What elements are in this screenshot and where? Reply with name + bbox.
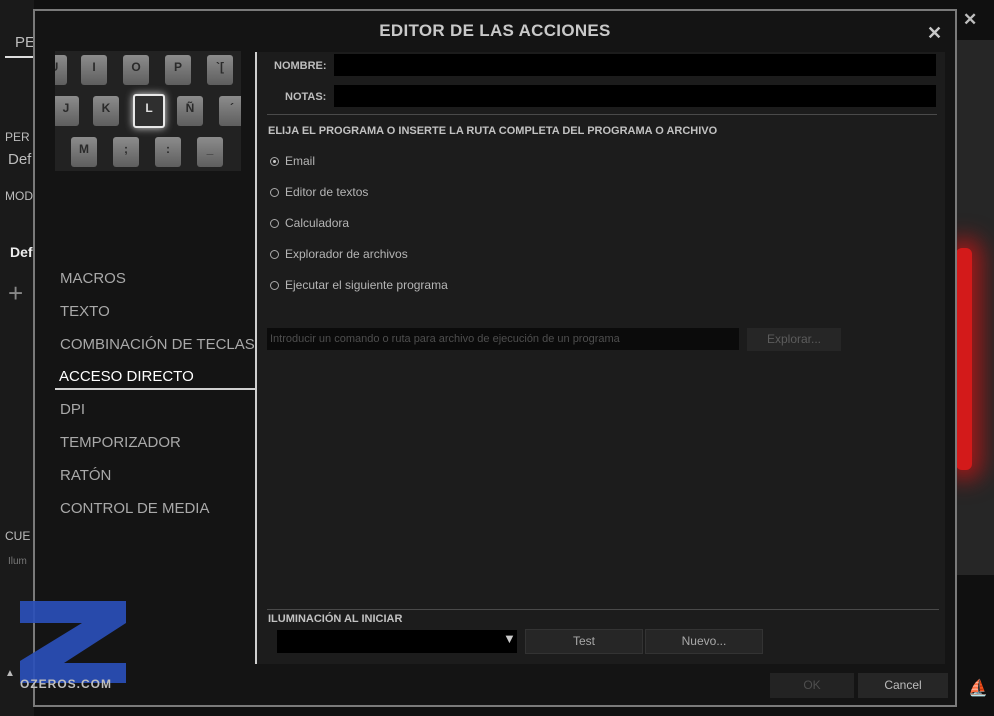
- key[interactable]: J: [55, 96, 79, 126]
- action-content-panel: NOMBRE: NOTAS: ELIJA EL PROGRAMA O INSER…: [255, 52, 945, 664]
- menu-item-control-media[interactable]: CONTROL DE MEDIA: [60, 500, 209, 517]
- key[interactable]: U: [55, 55, 67, 85]
- radio-label: Editor de textos: [285, 185, 369, 199]
- menu-item-texto[interactable]: TEXTO: [60, 303, 110, 320]
- background-ilum-label: Ilum: [8, 556, 27, 567]
- program-section-title: ELIJA EL PROGRAMA O INSERTE LA RUTA COMP…: [268, 125, 718, 137]
- cancel-button[interactable]: Cancel: [858, 673, 948, 698]
- radio-email[interactable]: Email: [270, 154, 315, 168]
- key[interactable]: `[: [207, 55, 233, 85]
- menu-item-acceso-directo[interactable]: ACCESO DIRECTO: [59, 368, 194, 385]
- background-mod-label: MOD: [5, 189, 33, 203]
- red-lighting-glow: [956, 248, 972, 470]
- test-button[interactable]: Test: [525, 629, 643, 654]
- key[interactable]: Ñ: [177, 96, 203, 126]
- menu-item-macros[interactable]: MACROS: [60, 270, 126, 287]
- key[interactable]: K: [93, 96, 119, 126]
- background-profile-value[interactable]: Def: [8, 151, 31, 168]
- name-input[interactable]: [334, 54, 936, 76]
- explore-button[interactable]: Explorar...: [747, 328, 841, 351]
- key[interactable]: :: [155, 137, 181, 167]
- divider: [267, 609, 939, 610]
- divider: [267, 114, 937, 115]
- action-editor-dialog: EDITOR DE LAS ACCIONES ✕ U I O P `[ J K …: [33, 9, 957, 707]
- radio-editor-textos[interactable]: Editor de textos: [270, 185, 368, 199]
- radio-explorador[interactable]: Explorador de archivos: [270, 247, 408, 261]
- name-label: NOMBRE:: [274, 60, 327, 72]
- dropdown-arrow-icon[interactable]: ▼: [503, 631, 516, 646]
- key[interactable]: ;: [113, 137, 139, 167]
- menu-item-temporizador[interactable]: TEMPORIZADOR: [60, 434, 181, 451]
- key[interactable]: I: [81, 55, 107, 85]
- radio-selected-icon: [270, 157, 279, 166]
- radio-icon: [270, 281, 279, 290]
- radio-ejecutar-programa[interactable]: Ejecutar el siguiente programa: [270, 278, 448, 292]
- notes-label: NOTAS:: [285, 91, 327, 103]
- dialog-title: EDITOR DE LAS ACCIONES: [379, 21, 611, 40]
- outer-close-icon[interactable]: ✕: [963, 10, 977, 30]
- up-arrow-icon[interactable]: ▲: [5, 668, 15, 679]
- key[interactable]: ´: [219, 96, 241, 126]
- background-cue-label: CUE: [5, 529, 31, 543]
- key[interactable]: M: [71, 137, 97, 167]
- add-icon[interactable]: +: [8, 278, 23, 309]
- key[interactable]: O: [123, 55, 149, 85]
- background-mode-value[interactable]: Def: [10, 244, 33, 260]
- radio-icon: [270, 188, 279, 197]
- menu-active-underline: [55, 388, 255, 390]
- menu-item-dpi[interactable]: DPI: [60, 401, 85, 418]
- key[interactable]: P: [165, 55, 191, 85]
- radio-label: Email: [285, 154, 316, 168]
- illumination-select[interactable]: [277, 630, 517, 653]
- radio-icon: [270, 219, 279, 228]
- corsair-sail-icon: ⛵: [968, 680, 988, 697]
- menu-item-combinacion[interactable]: COMBINACIÓN DE TECLAS: [60, 336, 255, 353]
- background-tab-underline: [5, 56, 33, 58]
- logo-text: OZEROS.COM: [20, 677, 113, 691]
- selected-key[interactable]: L: [133, 94, 165, 128]
- close-icon[interactable]: ✕: [927, 23, 942, 44]
- menu-item-raton[interactable]: RATÓN: [60, 467, 111, 484]
- background-per-label: PER: [5, 130, 30, 144]
- radio-label: Explorador de archivos: [285, 247, 408, 261]
- radio-icon: [270, 250, 279, 259]
- background-tab[interactable]: PE: [15, 34, 35, 51]
- illumination-title: ILUMINACIÓN AL INICIAR: [268, 613, 403, 625]
- keyboard-preview: U I O P `[ J K L Ñ ´ M ; : _: [55, 51, 241, 171]
- radio-label: Ejecutar el siguiente programa: [285, 278, 448, 292]
- notes-input[interactable]: [334, 85, 936, 107]
- new-button[interactable]: Nuevo...: [645, 629, 763, 654]
- radio-label: Calculadora: [285, 216, 350, 230]
- command-path-input[interactable]: [267, 328, 739, 350]
- radio-calculadora[interactable]: Calculadora: [270, 216, 349, 230]
- key[interactable]: _: [197, 137, 223, 167]
- ok-button[interactable]: OK: [770, 673, 854, 698]
